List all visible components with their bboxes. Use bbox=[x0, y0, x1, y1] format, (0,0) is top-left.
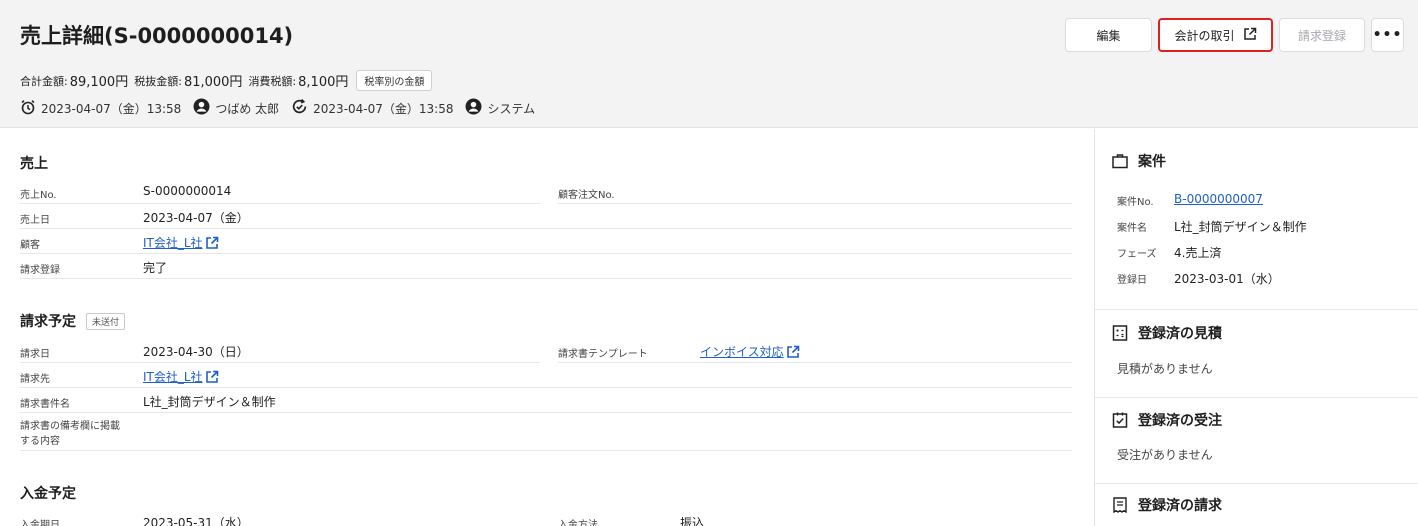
project-no-row: 案件No. B-0000000007 bbox=[1117, 192, 1263, 208]
project-registered-value: 2023-03-01（水） bbox=[1174, 272, 1280, 286]
page-title: 売上詳細(S-0000000014) bbox=[20, 24, 294, 48]
tax-amount-label: 消費税額: bbox=[248, 74, 297, 88]
payment-method-value: 振込 bbox=[680, 516, 705, 526]
briefcase-icon bbox=[1112, 154, 1128, 169]
invoice-template-link[interactable]: インボイス対応 bbox=[700, 343, 800, 360]
clipboard-check-icon bbox=[1112, 412, 1128, 428]
calculator-icon bbox=[1112, 325, 1128, 341]
project-registered-row: 登録日 2023-03-01（水） bbox=[1117, 270, 1280, 287]
project-no-label: 案件No. bbox=[1117, 197, 1154, 208]
sales-no-value: S-0000000014 bbox=[143, 184, 232, 198]
invoice-subject-value: L社_封筒デザイン＆制作 bbox=[143, 395, 276, 409]
table-row: 請求登録 完了 bbox=[20, 254, 1072, 279]
orders-empty-message: 受注がありません bbox=[1117, 448, 1213, 462]
bill-to-link[interactable]: IT会社_L社 bbox=[143, 368, 219, 385]
customer-order-label: 顧客注文No. bbox=[558, 190, 615, 201]
customer-label: 顧客 bbox=[20, 240, 40, 251]
external-link-icon bbox=[205, 370, 218, 383]
table-row: 売上日 2023-04-07（金） bbox=[20, 204, 1072, 229]
main-content: 売上 売上No. S-0000000014 顧客注文No. 売上日 2023-0… bbox=[0, 129, 1094, 526]
invoice-register-status-value: 完了 bbox=[143, 261, 168, 275]
invoices-panel-title: 登録済の請求 bbox=[1111, 495, 1222, 515]
orders-panel-title: 登録済の受注 bbox=[1111, 410, 1222, 430]
total-amount-value: 89,100円 bbox=[69, 75, 129, 90]
estimates-empty-message: 見積がありません bbox=[1117, 362, 1213, 376]
edit-button-label: 編集 bbox=[1096, 28, 1121, 43]
created-at: 2023-04-07（金）13:58 bbox=[41, 101, 182, 116]
invoice-register-label: 請求登録 bbox=[1297, 28, 1346, 43]
sales-date-value: 2023-04-07（金） bbox=[143, 211, 249, 225]
project-panel-title: 案件 bbox=[1111, 151, 1166, 171]
related-sidebar: 案件 案件No. B-0000000007 案件名 L社_封筒デザイン＆制作 フ… bbox=[1094, 129, 1418, 526]
table-row: 入金期日 2023-05-31（水） 入金方法 振込 bbox=[20, 509, 1072, 526]
invoice-register-status-label: 請求登録 bbox=[20, 265, 60, 276]
project-no-link[interactable]: B-0000000007 bbox=[1174, 192, 1263, 208]
payment-method-label: 入金方法 bbox=[558, 520, 598, 526]
table-row: 売上No. S-0000000014 顧客注文No. bbox=[20, 179, 1072, 204]
record-meta: 2023-04-07（金）13:58 つばめ 太郎 2023-04-07（金）1… bbox=[20, 98, 547, 118]
bill-to-label: 請求先 bbox=[20, 374, 50, 385]
invoice-register-button[interactable]: 請求登録 bbox=[1279, 18, 1365, 52]
created-by: つばめ 太郎 bbox=[215, 101, 280, 116]
updated-at: 2023-04-07（金）13:58 bbox=[313, 101, 454, 116]
table-row: 請求日 2023-04-30（日） 請求書テンプレート インボイス対応 bbox=[20, 338, 1072, 363]
page-header: 売上詳細(S-0000000014) 合計金額: 89,100円 税抜金額: 8… bbox=[0, 0, 1418, 128]
external-link-icon bbox=[786, 345, 799, 358]
table-row: 請求先 IT会社_L社 bbox=[20, 363, 1072, 388]
sales-date-label: 売上日 bbox=[20, 215, 50, 226]
invoices-panel: 登録済の請求 bbox=[1095, 484, 1418, 526]
billing-date-label: 請求日 bbox=[20, 349, 50, 360]
external-link-icon bbox=[1243, 27, 1257, 44]
payment-section-title: 入金予定 bbox=[20, 486, 76, 502]
project-panel: 案件 案件No. B-0000000007 案件名 L社_封筒デザイン＆制作 フ… bbox=[1095, 129, 1418, 310]
sales-section-title: 売上 bbox=[20, 156, 48, 172]
tax-rate-breakdown-button[interactable]: 税率別の金額 bbox=[356, 70, 433, 91]
amount-summary: 合計金額: 89,100円 税抜金額: 81,000円 消費税額: 8,100円… bbox=[20, 70, 433, 91]
external-link-icon bbox=[205, 236, 218, 249]
invoice-template-label: 請求書テンプレート bbox=[558, 349, 648, 360]
more-icon: ••• bbox=[1372, 27, 1403, 43]
tax-amount-value: 8,100円 bbox=[298, 75, 349, 90]
project-phase-row: フェーズ 4.売上済 bbox=[1117, 244, 1221, 261]
payment-due-value: 2023-05-31（水） bbox=[143, 516, 249, 526]
invoice-subject-label: 請求書件名 bbox=[20, 399, 70, 410]
total-amount-label: 合計金額: bbox=[20, 74, 68, 88]
project-name-value: L社_封筒デザイン＆制作 bbox=[1174, 220, 1307, 234]
estimates-panel: 登録済の見積 見積がありません bbox=[1095, 310, 1418, 398]
pretax-amount-label: 税抜金額: bbox=[134, 74, 182, 88]
update-icon bbox=[291, 98, 308, 118]
updated-by: システム bbox=[487, 101, 536, 116]
table-row: 顧客 IT会社_L社 bbox=[20, 229, 1072, 254]
pretax-amount-value: 81,000円 bbox=[183, 75, 243, 90]
sales-no-label: 売上No. bbox=[20, 190, 57, 201]
table-row: 請求書の備考欄に掲載 する内容 bbox=[20, 413, 1072, 451]
edit-button[interactable]: 編集 bbox=[1065, 18, 1152, 52]
user-circle-icon bbox=[193, 98, 210, 118]
orders-panel: 登録済の受注 受注がありません bbox=[1095, 398, 1418, 484]
invoice-remarks-label-line2: する内容 bbox=[20, 436, 60, 447]
estimates-panel-title: 登録済の見積 bbox=[1111, 323, 1222, 343]
user-circle-icon bbox=[465, 98, 482, 118]
status-badge: 未送付 bbox=[86, 312, 126, 330]
project-name-label: 案件名 bbox=[1117, 223, 1147, 234]
project-registered-label: 登録日 bbox=[1117, 275, 1147, 286]
project-name-row: 案件名 L社_封筒デザイン＆制作 bbox=[1117, 218, 1307, 235]
payment-due-label: 入金期日 bbox=[20, 520, 60, 526]
receipt-icon bbox=[1113, 497, 1127, 514]
billing-section-title: 請求予定 未送付 bbox=[20, 311, 126, 331]
project-phase-value: 4.売上済 bbox=[1174, 246, 1222, 260]
accounting-transaction-button[interactable]: 会計の取引 bbox=[1158, 18, 1273, 52]
project-phase-label: フェーズ bbox=[1117, 249, 1157, 260]
alarm-clock-icon bbox=[20, 99, 36, 118]
customer-link[interactable]: IT会社_L社 bbox=[143, 234, 219, 251]
table-row: 請求書件名 L社_封筒デザイン＆制作 bbox=[20, 388, 1072, 413]
accounting-button-label: 会計の取引 bbox=[1174, 28, 1235, 43]
more-options-button[interactable]: ••• bbox=[1371, 18, 1404, 52]
invoice-remarks-label-line1: 請求書の備考欄に掲載 bbox=[20, 421, 120, 432]
billing-date-value: 2023-04-30（日） bbox=[143, 345, 249, 359]
